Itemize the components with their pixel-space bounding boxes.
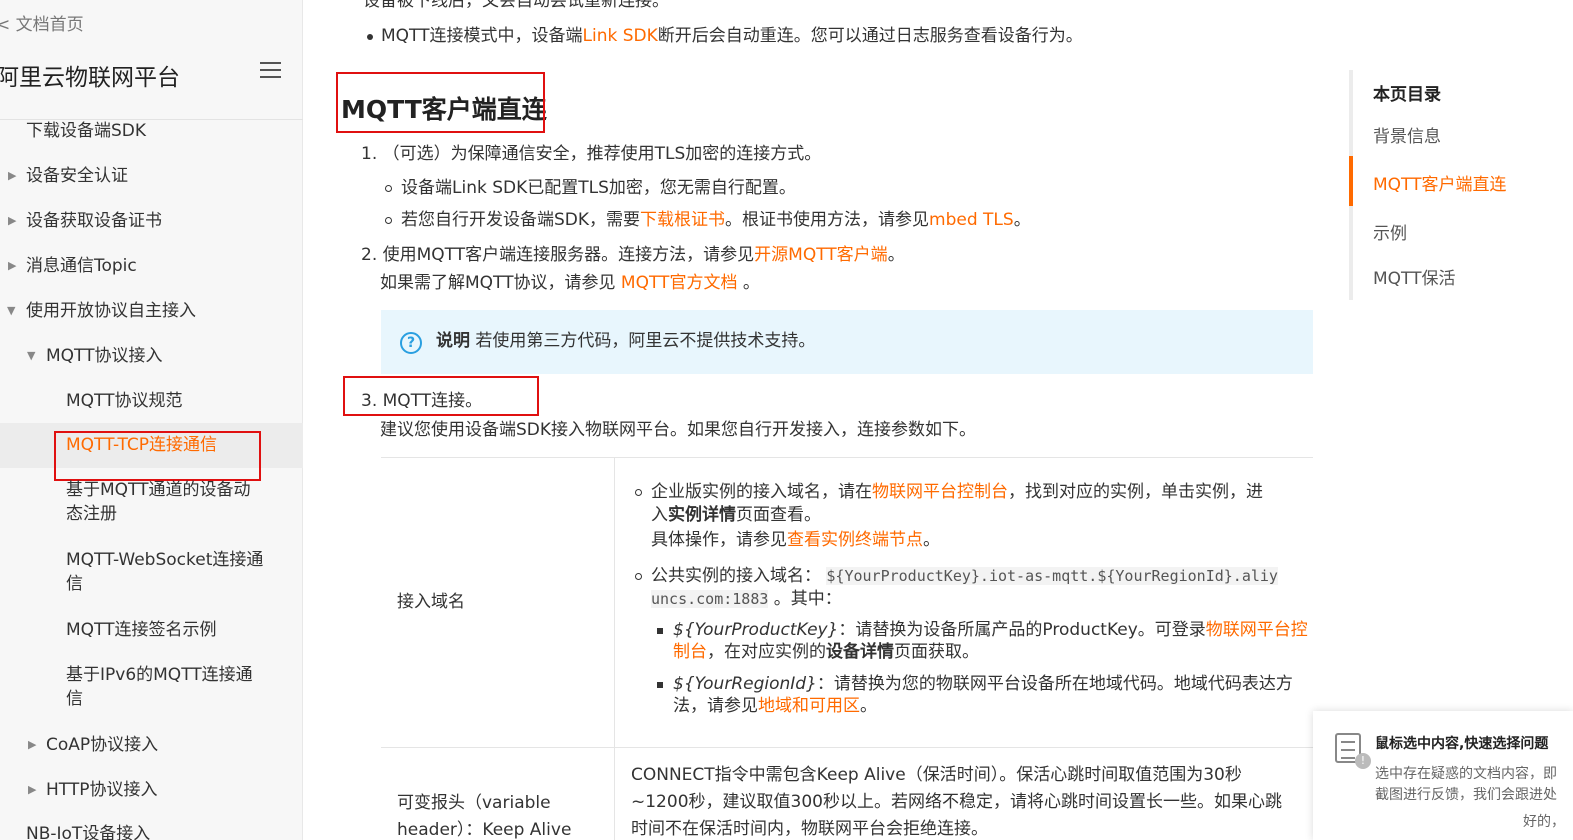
toc-item-keepalive[interactable]: MQTT保活 (1373, 264, 1456, 289)
list-circle (635, 489, 642, 496)
sidebar-item-ipv6[interactable]: 基于IPv6的MQTT连接通 (66, 663, 253, 687)
endpoint-line: 企业版实例的接入域名，请在物联网平台控制台，找到对应的实例，单击实例，进 (651, 482, 1263, 502)
caret-right-icon[interactable]: ▶ (8, 169, 16, 182)
info-badge-icon: ! (1355, 753, 1371, 769)
mqtt-client-link[interactable]: 开源MQTT客户端 (754, 245, 888, 265)
endpoint-line: 入实例详情页面查看。 (651, 505, 821, 525)
highlight-box (343, 376, 539, 416)
public-endpoint-line: uncs.com:1883 。其中： (651, 589, 842, 609)
sidebar-item-cert[interactable]: 设备获取设备证书 (26, 209, 162, 233)
table-divider (614, 458, 615, 840)
mbed-tls-link[interactable]: mbed TLS (929, 210, 1014, 230)
sidebar-item-dynamic-reg-cont[interactable]: 态注册 (66, 502, 117, 526)
caret-down-icon[interactable]: ▼ (7, 304, 15, 317)
step-1b: 若您自行开发设备端SDK，需要下载根证书。根证书使用方法，请参见mbed TLS… (401, 210, 1031, 230)
note-box: ? 说明 若使用第三方代码，阿里云不提供技术支持。 (381, 310, 1313, 374)
step-2: 2. 使用MQTT客户端连接服务器。连接方法，请参见开源MQTT客户端。 (361, 245, 905, 265)
mqtt-doc-link[interactable]: MQTT官方文档 (621, 273, 738, 293)
toc-item-background[interactable]: 背景信息 (1373, 122, 1441, 147)
productkey-line: ${YourProductKey}：请替换为设备所属产品的ProductKey。… (673, 620, 1308, 640)
sidebar-item-download-sdk[interactable]: 下载设备端SDK (26, 119, 146, 143)
regionid-line: 法，请参见地域和可用区。 (673, 696, 877, 716)
toc-active-indicator (1349, 156, 1353, 206)
list-circle (385, 217, 392, 224)
sidebar-item-websocket[interactable]: MQTT-WebSocket连接通 (66, 548, 263, 572)
page-toc: 本页目录 背景信息 MQTT客户端直连 示例 MQTT保活 (1349, 70, 1573, 300)
caret-down-icon[interactable]: ▼ (27, 349, 35, 362)
feedback-title: 鼠标选中内容,快速选择问题 (1375, 736, 1549, 752)
sidebar-item-auth[interactable]: 设备安全认证 (26, 164, 128, 188)
row-label-keepalive: 可变报头（variable (397, 793, 551, 813)
sidebar-item-coap[interactable]: CoAP协议接入 (46, 733, 158, 757)
public-endpoint-line: 公共实例的接入域名： ${YourProductKey}.iot-as-mqtt… (651, 566, 1278, 586)
main-content: 设备被下线后，又会自动尝试重新连接。 MQTT连接模式中，设备端Link SDK… (303, 0, 1333, 840)
bullet-text: MQTT连接模式中，设备端Link SDK断开后会自动重连。您可以通过日志服务查… (381, 26, 1083, 46)
productkey-line: 制台，在对应实例的设备详情页面获取。 (673, 642, 979, 662)
console-link[interactable]: 物联网平台控制台 (872, 482, 1008, 502)
keepalive-line: ~1200秒，建议取值300秒以上。若网络不稳定，请将心跳时间设置长一些。如果心… (631, 792, 1282, 812)
sidebar-item-http[interactable]: HTTP协议接入 (46, 778, 158, 802)
highlight-box (336, 72, 545, 133)
question-icon: ? (400, 332, 422, 354)
endpoint-code: ${YourProductKey}.iot-as-mqtt.${YourRegi… (826, 567, 1278, 585)
step-1a: 设备端Link SDK已配置TLS加密，您无需自行配置。 (401, 178, 796, 198)
step-3-line2: 建议您使用设备端SDK接入物联网平台。如果您自行开发接入，连接参数如下。 (380, 420, 977, 440)
list-square (657, 682, 663, 688)
console-link-cont[interactable]: 制台 (673, 642, 707, 662)
caret-right-icon[interactable]: ▶ (28, 783, 36, 796)
feedback-popup[interactable]: ! 鼠标选中内容,快速选择问题 选中存在疑惑的文档内容，即 截图进行反馈，我们会… (1313, 711, 1573, 840)
toc-item-example[interactable]: 示例 (1373, 219, 1407, 244)
params-table: 接入域名 企业版实例的接入域名，请在物联网平台控制台，找到对应的实例，单击实例，… (381, 457, 1313, 840)
caret-right-icon[interactable]: ▶ (28, 738, 36, 751)
feedback-ok[interactable]: 好的， (1523, 811, 1565, 831)
table-divider (381, 747, 1313, 748)
endpoint-line: 具体操作，请参见查看实例终端节点。 (651, 530, 940, 550)
instance-endpoint-link[interactable]: 查看实例终端节点 (787, 530, 923, 550)
step-2-line2: 如果需了解MQTT协议，请参见 MQTT官方文档 。 (380, 273, 760, 293)
sidebar-item-ipv6-cont[interactable]: 信 (66, 687, 83, 711)
menu-icon[interactable] (260, 62, 281, 80)
sidebar-item-topic[interactable]: 消息通信Topic (26, 254, 137, 278)
download-cert-link[interactable]: 下载根证书 (640, 210, 725, 230)
highlight-box (54, 431, 261, 481)
keepalive-line: CONNECT指令中需包含Keep Alive（保活时间）。保活心跳时间取值范围… (631, 765, 1242, 785)
feedback-text: 选中存在疑惑的文档内容，即 (1375, 766, 1557, 782)
console-link[interactable]: 物联网平台控 (1206, 620, 1308, 640)
sidebar-item-websocket-cont[interactable]: 信 (66, 572, 83, 596)
step-1: 1. （可选）为保障通信安全，推荐使用TLS加密的连接方式。 (361, 144, 822, 164)
keepalive-line: 时间不在保活时间内，物联网平台会拒绝连接。 (631, 819, 988, 839)
toc-item-mqtt-direct[interactable]: MQTT客户端直连 (1373, 170, 1507, 195)
home-breadcrumb[interactable]: < 文档首页 (0, 10, 84, 35)
regionid-line: ${YourRegionId}：请替换为您的物联网平台设备所在地域代码。地域代码… (673, 674, 1293, 694)
region-link[interactable]: 地域和可用区 (758, 696, 860, 716)
sidebar-item-dynamic-reg[interactable]: 基于MQTT通道的设备动 (66, 478, 251, 502)
toc-title: 本页目录 (1373, 85, 1441, 105)
endpoint-code: uncs.com:1883 (651, 590, 769, 608)
cut-line: 设备被下线后，又会自动尝试重新连接。 (363, 0, 669, 11)
list-square (657, 628, 663, 634)
caret-right-icon[interactable]: ▶ (8, 214, 16, 227)
sidebar: < 文档首页 阿里云物联网平台 下载设备端SDK ▶ 设备安全认证 ▶ 设备获取… (0, 0, 303, 840)
sidebar-item-mqtt[interactable]: MQTT协议接入 (46, 344, 163, 368)
feedback-text: 截图进行反馈，我们会跟进处 (1375, 787, 1557, 803)
sidebar-item-mqtt-spec[interactable]: MQTT协议规范 (66, 389, 183, 413)
list-circle (385, 185, 392, 192)
product-title: 阿里云物联网平台 (0, 65, 180, 91)
caret-right-icon[interactable]: ▶ (8, 259, 16, 272)
sidebar-item-sign-example[interactable]: MQTT连接签名示例 (66, 618, 217, 642)
note-content: 说明 若使用第三方代码，阿里云不提供技术支持。 (436, 331, 816, 351)
list-circle (635, 573, 642, 580)
list-bullet (367, 34, 373, 40)
row-label-endpoint: 接入域名 (397, 592, 465, 612)
sidebar-item-open-protocol[interactable]: 使用开放协议自主接入 (26, 299, 196, 323)
link-sdk[interactable]: Link SDK (583, 26, 658, 46)
sidebar-item-nbiot[interactable]: NB-IoT设备接入 (26, 822, 150, 840)
row-label-keepalive-cont: header）：Keep Alive (397, 820, 572, 840)
